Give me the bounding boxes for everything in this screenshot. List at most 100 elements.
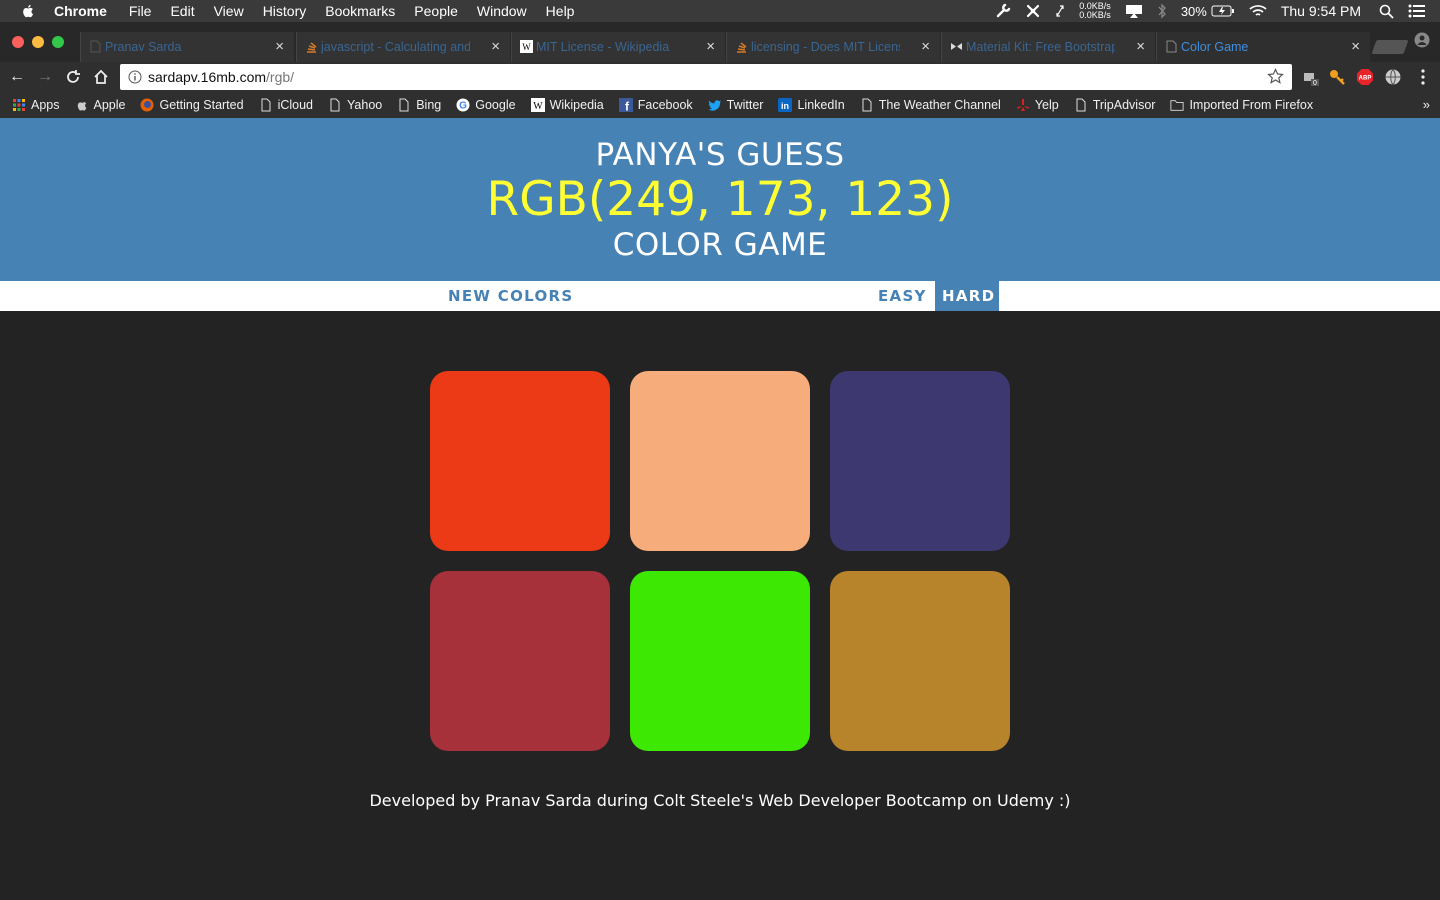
extension-puzzle-icon[interactable]: 0: [1302, 68, 1320, 86]
reload-icon[interactable]: [64, 68, 82, 86]
bookmark-yelp[interactable]: Yelp: [1016, 98, 1059, 112]
tab-close-icon[interactable]: ×: [275, 38, 284, 55]
tab-close-icon[interactable]: ×: [1351, 38, 1360, 55]
bookmark-yahoo[interactable]: Yahoo: [328, 98, 382, 112]
adblock-plus-icon[interactable]: ABP: [1356, 68, 1374, 86]
svg-text:in: in: [781, 101, 789, 111]
bookmarks-bar: Apps Apple Getting Started iCloud Yahoo …: [0, 92, 1440, 118]
bookmark-apple[interactable]: Apple: [75, 98, 125, 112]
bookmark-folder-imported[interactable]: Imported From Firefox: [1170, 98, 1313, 112]
new-colors-button[interactable]: NEW COLORS: [441, 281, 580, 311]
color-square[interactable]: [830, 371, 1010, 551]
color-square[interactable]: [430, 371, 610, 551]
bookmark-bing[interactable]: Bing: [397, 98, 441, 112]
tab-title: MIT License - Wikipedia: [536, 40, 670, 54]
bookmark-label: Facebook: [637, 98, 693, 112]
key-extension-icon[interactable]: [1328, 68, 1346, 86]
color-square[interactable]: [430, 571, 610, 751]
tab-close-icon[interactable]: ×: [706, 38, 715, 55]
airplay-icon[interactable]: [1125, 3, 1143, 19]
apps-grid-icon: [13, 99, 25, 111]
easy-mode-button[interactable]: EASY: [871, 281, 934, 311]
forward-button[interactable]: →: [36, 68, 54, 86]
bookmark-wikipedia[interactable]: W Wikipedia: [530, 98, 604, 112]
menu-help[interactable]: Help: [546, 3, 575, 19]
yelp-icon: [1016, 99, 1029, 111]
app-name-menu[interactable]: Chrome: [54, 3, 107, 19]
page-icon: [90, 40, 101, 53]
bookmark-label: Wikipedia: [549, 98, 604, 112]
url-path: /rgb/: [266, 69, 295, 85]
tab-licensing-mit[interactable]: licensing - Does MIT Licens ×: [726, 32, 940, 62]
stackoverflow-icon: [307, 42, 317, 53]
menu-view[interactable]: View: [214, 3, 244, 19]
color-square[interactable]: [630, 371, 810, 551]
menu-people[interactable]: People: [414, 3, 458, 19]
bookmark-label: The Weather Channel: [878, 98, 1001, 112]
url-host: sardapv.16mb.com: [148, 69, 267, 85]
wifi-icon[interactable]: [1249, 4, 1267, 18]
svg-text:G: G: [459, 101, 467, 112]
tab-title: Color Game: [1181, 40, 1249, 54]
bookmark-label: Bing: [416, 98, 442, 112]
window-controls: [12, 36, 64, 48]
color-square[interactable]: [630, 571, 810, 751]
bookmark-linkedin[interactable]: in LinkedIn: [778, 98, 845, 112]
chrome-menu-icon[interactable]: [1414, 68, 1432, 86]
menubar-clock[interactable]: Thu 9:54 PM: [1281, 3, 1361, 19]
bluetooth-icon[interactable]: [1157, 3, 1167, 19]
bookmark-label: Apps: [31, 98, 60, 112]
wikipedia-icon: W: [520, 40, 533, 53]
bookmark-twitter[interactable]: Twitter: [708, 98, 763, 112]
bookmark-facebook[interactable]: f Facebook: [618, 98, 693, 112]
tab-close-icon[interactable]: ×: [1136, 38, 1145, 55]
wrench-icon[interactable]: [995, 3, 1011, 19]
expand-icon[interactable]: [1055, 4, 1065, 18]
tab-close-icon[interactable]: ×: [491, 38, 500, 55]
tab-mit-license-wikipedia[interactable]: W MIT License - Wikipedia ×: [511, 32, 725, 62]
address-bar[interactable]: sardapv.16mb.com/rgb/: [120, 64, 1292, 90]
globe-extension-icon[interactable]: [1384, 68, 1402, 86]
close-window-button[interactable]: [12, 36, 24, 48]
header-title-line3: COLOR GAME: [612, 227, 828, 263]
battery-status[interactable]: 30%: [1181, 4, 1235, 19]
tab-close-icon[interactable]: ×: [921, 38, 930, 55]
back-button[interactable]: ←: [8, 68, 26, 86]
apple-menu-icon[interactable]: [20, 3, 36, 19]
zoom-window-button[interactable]: [52, 36, 64, 48]
tab-pranav-sarda[interactable]: Pranav Sarda ×: [80, 32, 294, 62]
home-icon[interactable]: [92, 68, 110, 86]
browser-tab-strip: Pranav Sarda × javascript - Calculating …: [0, 22, 1440, 62]
hard-mode-button[interactable]: HARD: [935, 281, 999, 311]
tab-material-kit[interactable]: Material Kit: Free Bootstrap ×: [941, 32, 1155, 62]
bookmark-getting-started[interactable]: Getting Started: [140, 98, 244, 112]
bookmark-star-icon[interactable]: [1267, 68, 1284, 85]
menu-edit[interactable]: Edit: [170, 3, 194, 19]
profile-icon[interactable]: [1414, 32, 1430, 48]
bookmarks-overflow-chevron[interactable]: »: [1423, 97, 1430, 112]
spotlight-search-icon[interactable]: [1379, 4, 1394, 19]
bookmark-weather-channel[interactable]: The Weather Channel: [860, 98, 1001, 112]
site-info-icon[interactable]: [128, 70, 142, 84]
bookmark-tripadvisor[interactable]: TripAdvisor: [1074, 98, 1155, 112]
minimize-window-button[interactable]: [32, 36, 44, 48]
tab-javascript-calculating[interactable]: javascript - Calculating and ×: [296, 32, 510, 62]
wikipedia-icon: W: [530, 98, 545, 112]
bookmark-label: Getting Started: [159, 98, 244, 112]
bookmark-google[interactable]: G Google: [456, 98, 516, 112]
notification-center-icon[interactable]: [1408, 4, 1426, 18]
menu-bookmarks[interactable]: Bookmarks: [325, 3, 395, 19]
menu-window[interactable]: Window: [477, 3, 527, 19]
new-tab-button[interactable]: [1371, 40, 1409, 54]
bookmark-icloud[interactable]: iCloud: [259, 98, 313, 112]
page-icon: [261, 98, 271, 112]
page-icon: [330, 98, 340, 112]
tools-icon[interactable]: [1025, 3, 1041, 19]
bookmark-label: iCloud: [277, 98, 313, 112]
bowtie-icon: [951, 43, 962, 50]
menu-history[interactable]: History: [263, 3, 307, 19]
tab-color-game[interactable]: Color Game ×: [1156, 32, 1370, 62]
color-square[interactable]: [830, 571, 1010, 751]
bookmark-apps[interactable]: Apps: [12, 98, 60, 112]
menu-file[interactable]: File: [129, 3, 152, 19]
